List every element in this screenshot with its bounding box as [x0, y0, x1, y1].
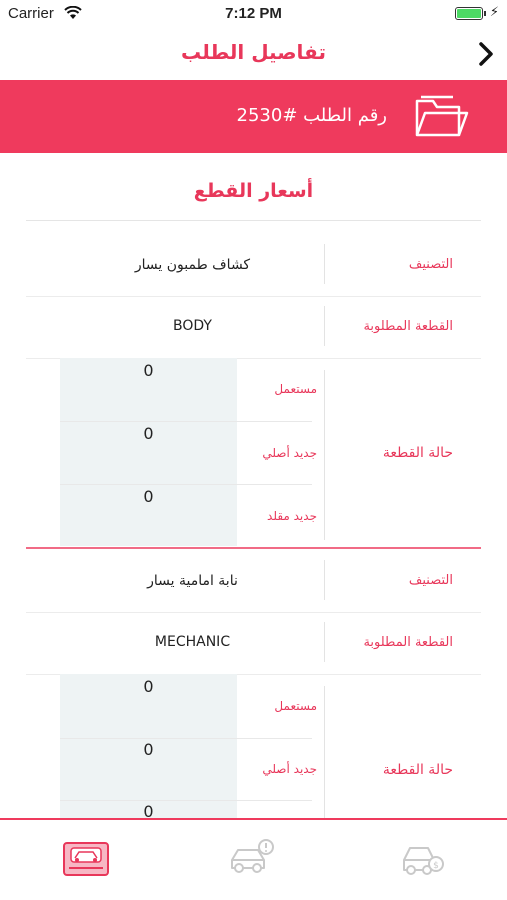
category-label: التصنيف [408, 573, 453, 588]
tab-bar: $ [0, 818, 507, 900]
part-value: BODY [173, 318, 212, 334]
column-separator [324, 686, 325, 818]
part-label: القطعة المطلوبة [363, 635, 453, 650]
divider [26, 220, 481, 221]
svg-text:$: $ [433, 861, 439, 871]
condition-label: حالة القطعة [382, 445, 453, 461]
sub-divider [60, 484, 312, 485]
part-value: MECHANIC [154, 634, 231, 650]
order-banner: رقم الطلب #2530 [0, 80, 507, 153]
item-separator [26, 547, 481, 549]
quantity-value: 0 [143, 487, 154, 506]
car-alert-tab-icon[interactable] [226, 838, 276, 880]
nav-bar: تفاصيل الطلب [0, 28, 507, 80]
condition-new-original-label: جديد أصلي [262, 762, 317, 776]
car-money-tab-icon[interactable]: $ [396, 838, 446, 880]
row-divider [26, 296, 481, 297]
quantity-value: 0 [143, 677, 154, 696]
folder-icon [415, 95, 469, 137]
battery-icon [455, 7, 483, 20]
back-chevron-icon[interactable] [469, 36, 499, 72]
condition-new-original-label: جديد أصلي [262, 446, 317, 460]
condition-label: حالة القطعة [382, 762, 453, 778]
category-value: نابة امامية يسار [147, 573, 238, 589]
charging-icon: ⚡ [489, 5, 499, 20]
battery-tip [484, 11, 486, 16]
section-title: أسعار القطع [193, 180, 314, 202]
condition-used-label: مستعمل [274, 699, 317, 713]
page-title: تفاصيل الطلب [181, 40, 326, 64]
category-label: التصنيف [408, 257, 453, 272]
quantity-value: 0 [143, 361, 154, 380]
sub-divider [60, 738, 312, 739]
orders-tab-icon[interactable] [61, 838, 111, 880]
order-number-label: رقم الطلب #2530 [236, 105, 388, 126]
condition-used-label: مستعمل [274, 382, 317, 396]
status-time: 7:12 PM [225, 5, 282, 22]
quantity-value: 0 [143, 740, 154, 759]
quantity-value: 0 [143, 424, 154, 443]
row-divider [26, 612, 481, 613]
status-bar: Carrier 7:12 PM ⚡ [0, 0, 507, 28]
part-label: القطعة المطلوبة [363, 319, 453, 334]
category-value: كشاف طمبون يسار [134, 257, 251, 273]
column-separator [324, 370, 325, 540]
sub-divider [60, 800, 312, 801]
condition-new-copy-label: جديد مقلد [267, 509, 317, 523]
sub-divider [60, 421, 312, 422]
quantity-panel [60, 358, 237, 546]
